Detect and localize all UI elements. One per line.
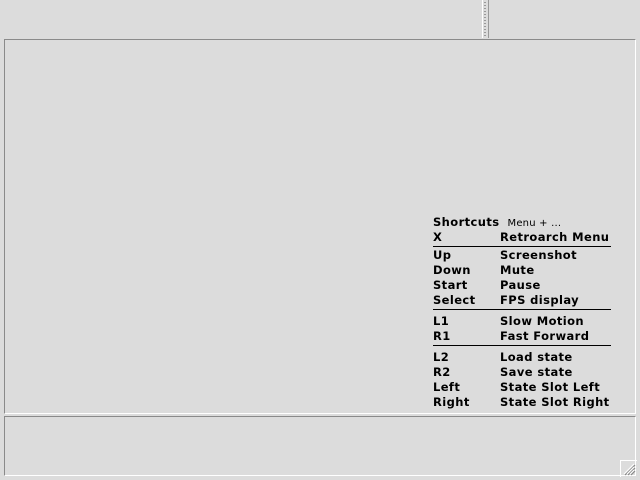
shortcut-row: Down Mute bbox=[433, 263, 611, 278]
shortcut-action: Slow Motion bbox=[500, 314, 585, 328]
shortcut-row: R1 Fast Forward bbox=[433, 329, 611, 344]
shortcut-key: L2 bbox=[433, 350, 450, 364]
resize-grip-icon[interactable] bbox=[620, 460, 637, 477]
shortcut-row: Up Screenshot bbox=[433, 248, 611, 263]
shortcuts-panel: Shortcuts Menu + ... X Retroarch Menu Up Sc… bbox=[433, 214, 611, 410]
shortcut-action: Load state bbox=[500, 350, 573, 364]
shortcut-action: Pause bbox=[500, 278, 541, 292]
shortcut-action: State Slot Left bbox=[500, 380, 601, 394]
divider bbox=[433, 246, 611, 247]
status-bar bbox=[4, 416, 636, 476]
shortcut-row: Right State Slot Right bbox=[433, 395, 611, 410]
shortcut-key: Down bbox=[433, 263, 471, 277]
top-toolbar bbox=[0, 0, 640, 38]
shortcut-key: L1 bbox=[433, 314, 450, 328]
shortcut-action: Screenshot bbox=[500, 248, 577, 262]
shortcut-action: FPS display bbox=[500, 293, 580, 307]
pane-splitter-handle[interactable] bbox=[482, 0, 489, 38]
shortcut-key: Up bbox=[433, 248, 452, 262]
shortcut-row: L1 Slow Motion bbox=[433, 314, 611, 329]
shortcut-action: Mute bbox=[500, 263, 535, 277]
shortcut-row: R2 Save state bbox=[433, 365, 611, 380]
shortcut-action: Fast Forward bbox=[500, 329, 590, 343]
shortcut-action: Retroarch Menu bbox=[500, 230, 610, 244]
shortcut-key: Left bbox=[433, 380, 461, 394]
shortcuts-title: Shortcuts bbox=[433, 215, 500, 229]
shortcuts-subtitle: Menu + ... bbox=[507, 218, 562, 229]
shortcut-action: Save state bbox=[500, 365, 573, 379]
shortcut-row: Start Pause bbox=[433, 278, 611, 293]
divider bbox=[433, 309, 611, 310]
shortcut-row: Select FPS display bbox=[433, 293, 611, 308]
shortcuts-header: Shortcuts Menu + ... bbox=[433, 214, 611, 230]
shortcut-key: X bbox=[433, 230, 443, 244]
shortcut-key: Start bbox=[433, 278, 468, 292]
shortcut-row: L2 Load state bbox=[433, 350, 611, 365]
shortcut-action: State Slot Right bbox=[500, 395, 610, 409]
shortcut-key: R1 bbox=[433, 329, 451, 343]
shortcut-key: Right bbox=[433, 395, 470, 409]
shortcut-key: R2 bbox=[433, 365, 451, 379]
shortcut-row: X Retroarch Menu bbox=[433, 230, 611, 245]
shortcut-row: Left State Slot Left bbox=[433, 380, 611, 395]
shortcut-key: Select bbox=[433, 293, 476, 307]
divider bbox=[433, 345, 611, 346]
